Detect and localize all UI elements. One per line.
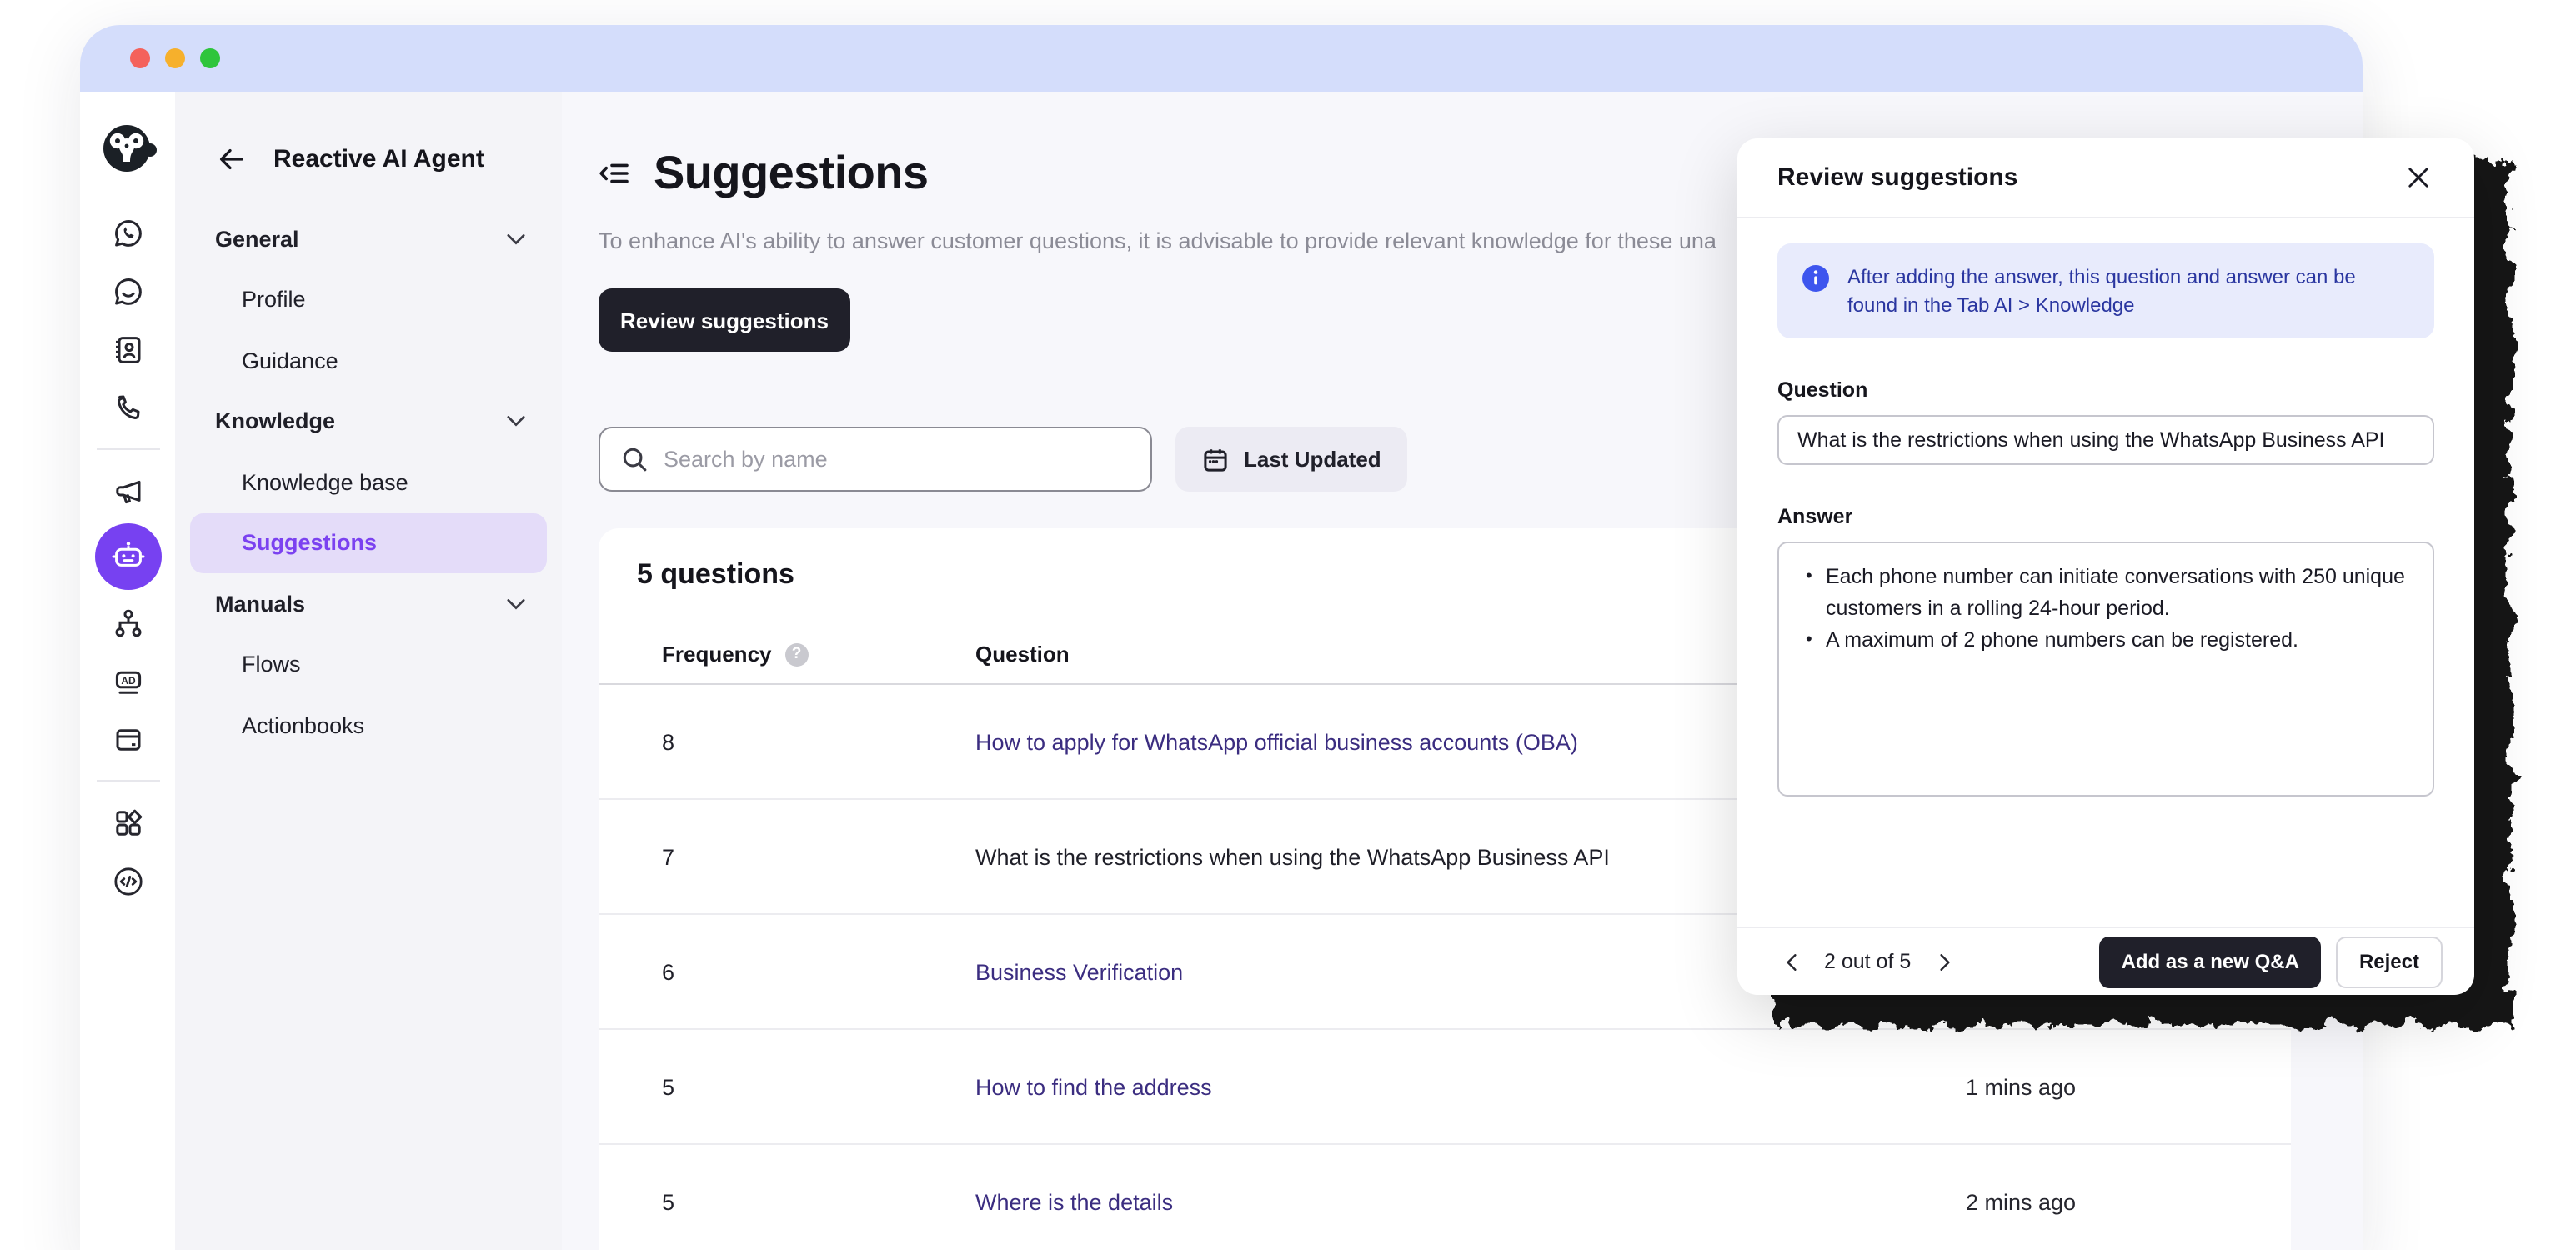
sidebar-item-guidance[interactable]: Guidance — [215, 330, 525, 391]
search-box[interactable] — [599, 427, 1152, 492]
contacts-icon[interactable] — [98, 320, 158, 378]
ai-agent-icon[interactable] — [94, 523, 161, 590]
pagination-label: 2 out of 5 — [1824, 950, 1911, 973]
ads-icon[interactable]: AD — [98, 652, 158, 710]
frequency-cell: 5 — [599, 1074, 975, 1099]
traffic-light-minimize-icon[interactable] — [165, 48, 185, 68]
sidebar-item-knowledge-base[interactable]: Knowledge base — [215, 452, 525, 512]
window-titlebar — [80, 25, 2363, 92]
sidebar-section-general[interactable]: General — [215, 208, 525, 269]
answer-textarea[interactable]: Each phone number can initiate conversat… — [1777, 542, 2434, 797]
rail-divider — [96, 780, 159, 782]
question-link[interactable]: Where is the details — [975, 1190, 1966, 1215]
frequency-cell: 5 — [599, 1190, 975, 1215]
chevron-down-icon — [507, 233, 525, 245]
back-arrow-icon[interactable] — [215, 142, 247, 174]
traffic-light-close-icon[interactable] — [130, 48, 150, 68]
collapse-sidebar-icon[interactable] — [599, 157, 632, 190]
sidebar-title: Reactive AI Agent — [273, 144, 484, 172]
monkey-logo[interactable] — [99, 120, 156, 177]
info-banner-text: After adding the answer, this question a… — [1847, 263, 2409, 318]
chevron-down-icon — [507, 598, 525, 610]
sidebar-section-knowledge[interactable]: Knowledge — [215, 391, 525, 452]
whatsapp-icon[interactable] — [98, 203, 158, 262]
answer-label: Answer — [1777, 505, 2434, 528]
review-suggestions-modal: Review suggestions After adding the answ… — [1737, 138, 2474, 995]
page-description: To enhance AI's ability to answer custom… — [599, 228, 1746, 253]
next-page-icon[interactable] — [1931, 948, 1957, 975]
sidebar-section-manuals[interactable]: Manuals — [215, 573, 525, 634]
updated-cell: 1 mins ago — [1966, 1074, 2291, 1099]
close-icon[interactable] — [2401, 161, 2434, 194]
frequency-cell: 7 — [599, 844, 975, 869]
question-input[interactable] — [1777, 415, 2434, 465]
sidebar-item-suggestions[interactable]: Suggestions — [190, 512, 547, 573]
page-title: Suggestions — [654, 147, 928, 200]
sidebar-item-actionbooks[interactable]: Actionbooks — [215, 695, 525, 756]
calendar-icon — [1202, 446, 1229, 472]
sidebar-header: Reactive AI Agent — [215, 142, 525, 175]
info-icon — [1802, 265, 1829, 318]
modal-header: Review suggestions — [1737, 138, 2474, 218]
phone-icon[interactable] — [98, 378, 158, 437]
table-row[interactable]: 5 How to find the address 1 mins ago — [599, 1030, 2291, 1145]
help-icon[interactable]: ? — [785, 642, 809, 666]
modal-footer: 2 out of 5 Add as a new Q&A Reject — [1737, 927, 2474, 995]
question-label: Question — [1777, 378, 2434, 402]
reject-button[interactable]: Reject — [2336, 936, 2443, 988]
answer-bullet: A maximum of 2 phone numbers can be regi… — [1802, 625, 2409, 657]
last-updated-filter-button[interactable]: Last Updated — [1175, 427, 1408, 492]
apps-icon[interactable] — [98, 793, 158, 852]
browser-icon[interactable] — [98, 710, 158, 768]
search-icon — [620, 445, 649, 473]
search-input[interactable] — [664, 447, 1130, 472]
add-qa-button[interactable]: Add as a new Q&A — [2100, 936, 2321, 988]
chat-icon[interactable] — [98, 262, 158, 320]
traffic-light-zoom-icon[interactable] — [200, 48, 220, 68]
workflow-icon[interactable] — [98, 593, 158, 652]
frequency-cell: 8 — [599, 729, 975, 754]
modal-body: After adding the answer, this question a… — [1737, 218, 2474, 927]
updated-cell: 2 mins ago — [1966, 1190, 2291, 1215]
prev-page-icon[interactable] — [1777, 948, 1804, 975]
answer-bullet: Each phone number can initiate conversat… — [1802, 562, 2409, 625]
modal-title: Review suggestions — [1777, 163, 2017, 192]
chevron-down-icon — [507, 416, 525, 428]
sidebar-item-profile[interactable]: Profile — [215, 269, 525, 330]
svg-text:AD: AD — [120, 674, 135, 686]
sidebar-item-flows[interactable]: Flows — [215, 634, 525, 695]
code-icon[interactable] — [98, 852, 158, 910]
table-row[interactable]: 5 Where is the details 2 mins ago — [599, 1145, 2291, 1250]
rail-divider — [96, 448, 159, 450]
info-banner: After adding the answer, this question a… — [1777, 243, 2434, 338]
pagination: 2 out of 5 — [1777, 948, 1957, 975]
sidebar: Reactive AI Agent General Profile Guidan… — [175, 92, 562, 1250]
frequency-cell: 6 — [599, 959, 975, 984]
page: AD — [0, 0, 2576, 1250]
icon-rail: AD — [80, 92, 175, 1250]
question-link[interactable]: How to find the address — [975, 1074, 1966, 1099]
review-suggestions-button[interactable]: Review suggestions — [599, 288, 850, 352]
column-frequency: Frequency — [662, 642, 772, 667]
megaphone-icon[interactable] — [98, 462, 158, 520]
